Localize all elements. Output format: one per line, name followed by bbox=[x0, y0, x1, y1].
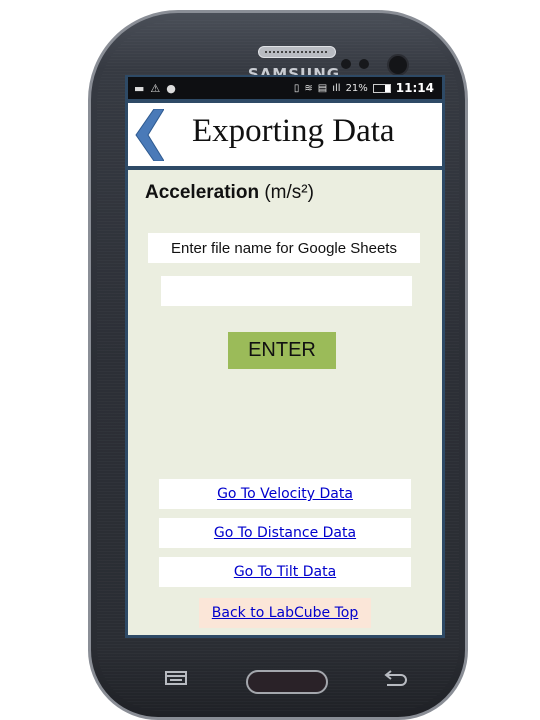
velocity-link-box: Go To Velocity Data bbox=[159, 479, 411, 509]
app-header: Exporting Data bbox=[128, 103, 442, 166]
vibrate-icon: ▯ bbox=[293, 82, 300, 94]
distance-link-box: Go To Distance Data bbox=[159, 518, 411, 548]
tilt-data-link[interactable]: Go To Tilt Data bbox=[234, 564, 336, 580]
section-label-bold: Acceleration bbox=[145, 182, 260, 203]
earpiece-speaker bbox=[258, 46, 336, 58]
file-name-input[interactable] bbox=[161, 276, 412, 306]
velocity-data-link[interactable]: Go To Velocity Data bbox=[217, 486, 353, 502]
page-title: Exporting Data bbox=[192, 113, 395, 149]
back-to-labcube-link[interactable]: Back to LabCube Top bbox=[212, 605, 358, 621]
home-key[interactable] bbox=[246, 670, 328, 694]
chevron-left-icon[interactable] bbox=[134, 109, 164, 161]
back-top-box: Back to LabCube Top bbox=[199, 598, 371, 628]
distance-data-link[interactable]: Go To Distance Data bbox=[214, 525, 356, 541]
section-label: Acceleration (m/s²) bbox=[145, 182, 314, 204]
file-prompt: Enter file name for Google Sheets bbox=[148, 233, 420, 263]
signal-icon: ıll bbox=[332, 82, 341, 94]
menu-key-icon[interactable] bbox=[165, 671, 187, 685]
section-label-unit: (m/s²) bbox=[264, 182, 314, 203]
back-key-icon[interactable] bbox=[383, 668, 409, 688]
drive-icon: ● bbox=[166, 81, 176, 95]
wifi-icon: ≋ bbox=[304, 82, 313, 94]
status-bar: ▬ ⚠ ● ▯ ≋ ▤ ıll 21% 11:14 bbox=[128, 77, 442, 99]
front-camera bbox=[387, 54, 409, 76]
main-content: Acceleration (m/s²) Enter file name for … bbox=[128, 170, 442, 635]
enter-button[interactable]: ENTER bbox=[228, 332, 336, 369]
light-sensor bbox=[359, 59, 369, 69]
battery-icon bbox=[372, 83, 391, 93]
image-icon: ▬ bbox=[134, 81, 145, 95]
proximity-sensor bbox=[341, 59, 351, 69]
warning-icon: ⚠ bbox=[150, 81, 161, 95]
sim-icon: ▤ bbox=[317, 82, 328, 94]
tilt-link-box: Go To Tilt Data bbox=[159, 557, 411, 587]
battery-percent: 21% bbox=[345, 82, 368, 94]
clock: 11:14 bbox=[395, 81, 434, 95]
